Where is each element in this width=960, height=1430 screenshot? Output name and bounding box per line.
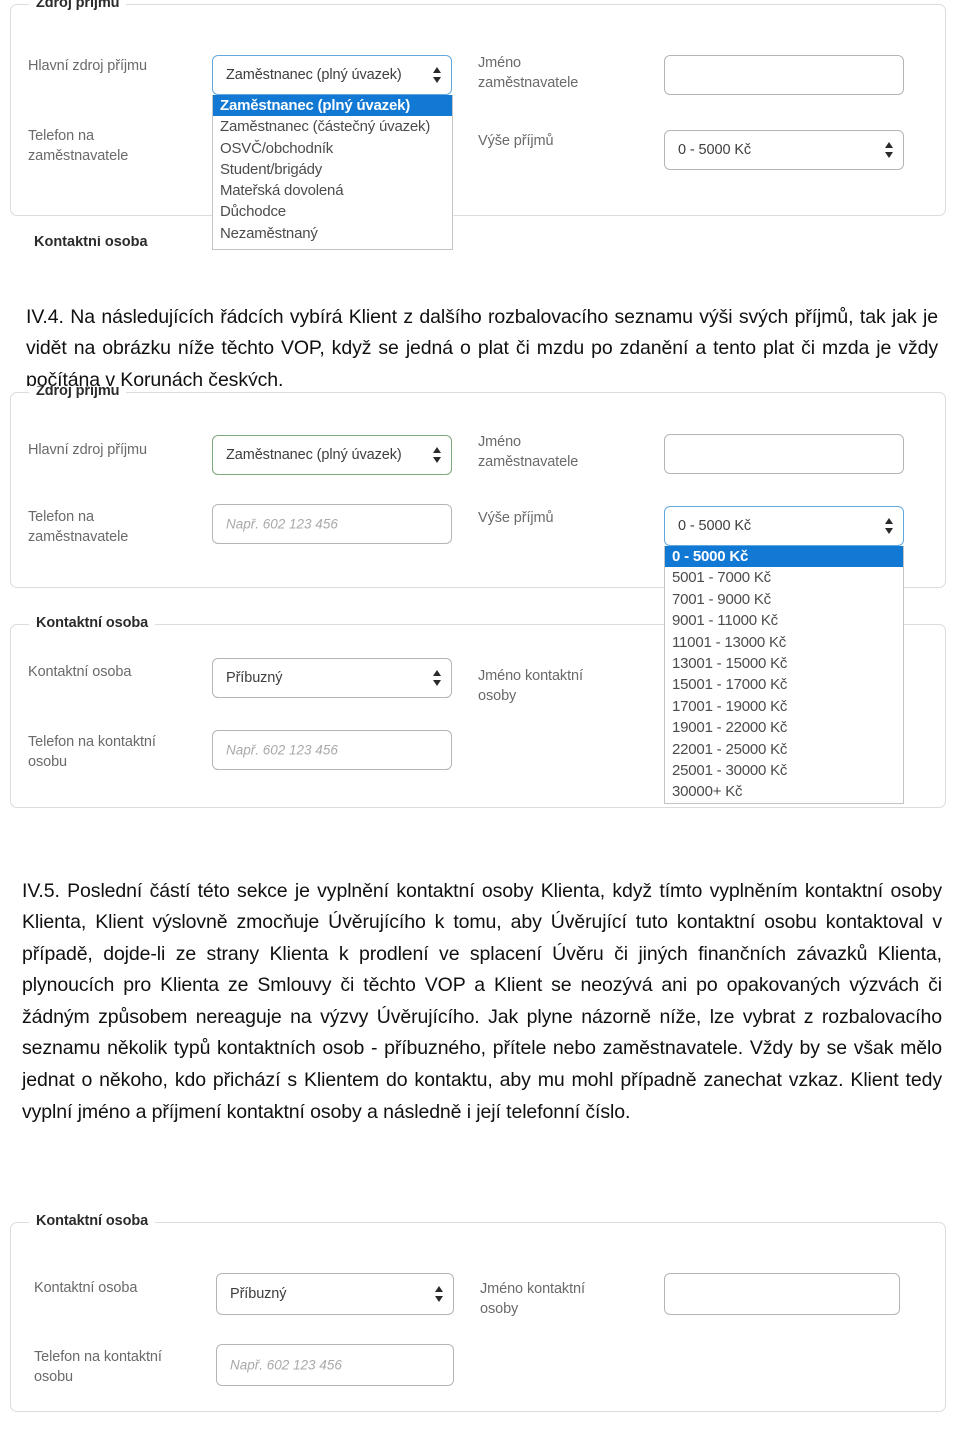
screenshot-income-source-open-dropdown: Zdroj příjmu Hlavní zdroj příjmu Telefon… (4, 0, 952, 250)
select-main-income-source-mid[interactable]: Zaměstnanec (plný úvazek) (212, 435, 452, 475)
dropdown-option[interactable]: 7001 - 9000 Kč (665, 589, 903, 610)
select-contact-person-mid[interactable]: Příbuzný (212, 658, 452, 698)
label-employer-name-mid: Jméno zaměstnavatele (478, 434, 579, 470)
screenshot-contact-person: Kontaktní osoba Kontaktní osoba Telefon … (4, 1214, 952, 1426)
dropdown-option[interactable]: 5001 - 7000 Kč (665, 567, 903, 588)
input-contact-name-bottom[interactable] (664, 1273, 900, 1315)
label-employer-phone-mid: Telefon na zaměstnavatele (28, 509, 129, 545)
select-contact-person-bottom[interactable]: Příbuzný (216, 1273, 454, 1315)
select-income-amount-mid[interactable]: 0 - 5000 Kč (664, 506, 904, 546)
clipped-legend-contact-person-top: Kontaktní osoba (34, 236, 148, 250)
input-employer-phone-placeholder-mid: Např. 602 123 456 (226, 516, 338, 532)
input-employer-name-top[interactable] (664, 55, 904, 95)
input-contact-phone-placeholder-bottom: Např. 602 123 456 (230, 1357, 342, 1373)
dropdown-option[interactable]: Důchodce (213, 201, 452, 222)
label-contact-name-mid: Jméno kontaktní osoby (478, 668, 583, 704)
dropdown-option[interactable]: 25001 - 30000 Kč (665, 760, 903, 781)
label-contact-phone-mid: Telefon na kontaktní osobu (28, 734, 156, 770)
label-employer-phone-top: Telefon na zaměstnavatele (28, 128, 129, 164)
label-income-amount-top: Výše příjmů (478, 133, 554, 149)
label-contact-phone-bottom: Telefon na kontaktní osobu (34, 1349, 162, 1385)
chevron-updown-icon (432, 670, 441, 686)
input-employer-phone-mid[interactable]: Např. 602 123 456 (212, 504, 452, 544)
chevron-updown-icon (432, 447, 441, 463)
dropdown-option[interactable]: 22001 - 25000 Kč (665, 739, 903, 760)
screenshot-income-and-contact-open-amount-dropdown: Zdroj příjmu Hlavní zdroj příjmu Telefon… (4, 386, 952, 816)
fieldset-legend-contact-person-bottom: Kontaktní osoba (29, 1214, 156, 1229)
input-employer-name-mid[interactable] (664, 434, 904, 474)
chevron-updown-icon (434, 1286, 443, 1302)
select-contact-person-value-mid: Příbuzný (226, 670, 283, 686)
dropdown-option[interactable]: 17001 - 19000 Kč (665, 696, 903, 717)
dropdown-option[interactable]: Zaměstnanec (plný úvazek) (213, 95, 452, 117)
chevron-updown-icon (884, 518, 893, 534)
select-main-income-source-top[interactable]: Zaměstnanec (plný úvazek) (212, 55, 452, 95)
input-contact-phone-bottom[interactable]: Např. 602 123 456 (216, 1344, 454, 1386)
dropdown-option[interactable]: Mateřská dovolená (213, 180, 452, 201)
chevron-updown-icon (432, 67, 441, 83)
input-contact-phone-placeholder-mid: Např. 602 123 456 (226, 742, 338, 758)
fieldset-legend-income-source-mid: Zdroj příjmu (29, 386, 127, 399)
dropdown-option[interactable]: 19001 - 22000 Kč (665, 717, 903, 738)
dropdown-option[interactable]: 13001 - 15000 Kč (665, 653, 903, 674)
select-contact-person-value-bottom: Příbuzný (230, 1286, 287, 1302)
dropdown-option[interactable]: 30000+ Kč (665, 781, 903, 802)
select-main-income-value-top: Zaměstnanec (plný úvazek) (226, 67, 402, 83)
label-contact-person-mid: Kontaktní osoba (28, 664, 132, 680)
input-contact-phone-mid[interactable]: Např. 602 123 456 (212, 730, 452, 770)
label-employer-name-top: Jméno zaměstnavatele (478, 55, 579, 91)
chevron-updown-icon (884, 142, 893, 158)
select-main-income-value-mid: Zaměstnanec (plný úvazek) (226, 447, 402, 463)
dropdown-option[interactable]: OSVČ/obchodník (213, 138, 452, 159)
dropdown-option[interactable]: 15001 - 17000 Kč (665, 674, 903, 695)
paragraph-iv5: IV.5. Poslední částí této sekce je vypln… (22, 879, 942, 1123)
dropdown-option[interactable]: 11001 - 13000 Kč (665, 632, 903, 653)
select-income-amount-value-mid: 0 - 5000 Kč (678, 518, 752, 534)
fieldset-income-source-top: Zdroj příjmu (10, 0, 946, 216)
paragraph-iv4: IV.4. Na následujících řádcích vybírá Kl… (26, 305, 938, 391)
fieldset-legend-income-source: Zdroj příjmu (29, 0, 127, 11)
dropdown-option[interactable]: Student/brigády (213, 159, 452, 180)
label-contact-person-bottom: Kontaktní osoba (34, 1280, 138, 1296)
label-main-income-source-mid: Hlavní zdroj příjmu (28, 442, 147, 458)
label-main-income-source-top: Hlavní zdroj příjmu (28, 58, 147, 74)
dropdown-option[interactable]: Nezaměstnaný (213, 223, 452, 244)
dropdown-option[interactable]: Zaměstnanec (částečný úvazek) (213, 116, 452, 137)
label-income-amount-mid: Výše příjmů (478, 510, 554, 526)
label-contact-name-bottom: Jméno kontaktní osoby (480, 1281, 585, 1317)
dropdown-option[interactable]: 9001 - 11000 Kč (665, 610, 903, 631)
select-income-amount-value-top: 0 - 5000 Kč (678, 142, 752, 158)
dropdown-option[interactable]: 0 - 5000 Kč (665, 546, 903, 568)
dropdown-list-main-income-source-top[interactable]: Zaměstnanec (plný úvazek) Zaměstnanec (čá… (212, 95, 453, 250)
fieldset-legend-contact-person-mid: Kontaktní osoba (29, 615, 156, 631)
select-income-amount-top[interactable]: 0 - 5000 Kč (664, 130, 904, 170)
dropdown-list-income-amount-mid[interactable]: 0 - 5000 Kč 5001 - 7000 Kč 7001 - 9000 Kč 9… (664, 546, 904, 804)
